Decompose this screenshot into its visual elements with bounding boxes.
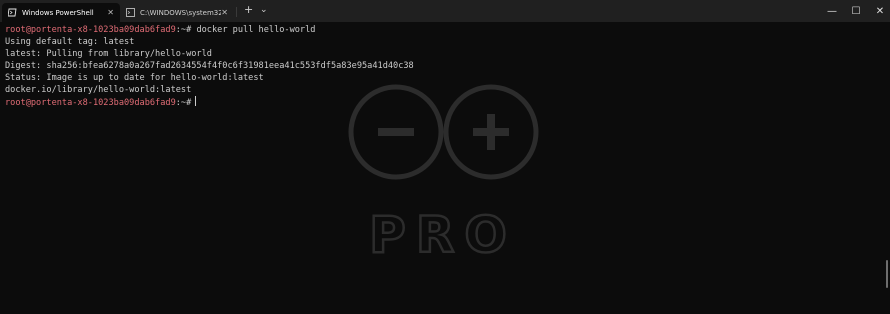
scrollbar[interactable] bbox=[886, 260, 888, 288]
chevron-down-icon[interactable]: ⌄ bbox=[260, 5, 268, 15]
output-line: Digest: sha256:bfea6278a0a267fad2634554f… bbox=[5, 61, 414, 71]
cmd-icon bbox=[126, 8, 135, 17]
powershell-icon bbox=[7, 8, 17, 17]
terminal-area[interactable]: PRO root@portenta-x8-1023ba09dab6fad9:~#… bbox=[0, 22, 890, 314]
text-cursor bbox=[195, 96, 197, 106]
tab-cmd[interactable]: C:\WINDOWS\system32\cmd.ex ✕ bbox=[120, 3, 234, 22]
prompt-line: root@portenta-x8-1023ba09dab6fad9:~# bbox=[5, 96, 414, 109]
prompt-user-host: root@portenta-x8-1023ba09dab6fad9 bbox=[5, 98, 176, 108]
output-line: docker.io/library/hello-world:latest bbox=[5, 85, 192, 95]
title-bar: Windows PowerShell ✕ C:\WINDOWS\system32… bbox=[0, 0, 890, 22]
command-text: docker pull hello-world bbox=[191, 25, 316, 35]
new-tab-button[interactable]: + bbox=[244, 3, 253, 16]
close-window-button[interactable]: ✕ bbox=[866, 0, 890, 22]
tab-label: C:\WINDOWS\system32\cmd.ex bbox=[140, 8, 222, 17]
terminal-window: Windows PowerShell ✕ C:\WINDOWS\system32… bbox=[0, 0, 890, 314]
arduino-pro-watermark: PRO bbox=[346, 84, 546, 288]
prompt-path: :~# bbox=[175, 98, 192, 108]
output-line: Using default tag: latest bbox=[5, 37, 135, 47]
tab-windows-powershell[interactable]: Windows PowerShell ✕ bbox=[2, 3, 120, 22]
prompt-line: root@portenta-x8-1023ba09dab6fad9:~# doc… bbox=[5, 24, 414, 36]
close-tab-icon[interactable]: ✕ bbox=[107, 8, 114, 17]
tab-label: Windows PowerShell bbox=[22, 8, 94, 17]
tab-divider bbox=[236, 7, 237, 17]
close-tab-icon[interactable]: ✕ bbox=[221, 8, 228, 17]
prompt-path: :~# bbox=[175, 25, 192, 35]
terminal-output: root@portenta-x8-1023ba09dab6fad9:~# doc… bbox=[5, 24, 414, 109]
output-line: latest: Pulling from library/hello-world bbox=[5, 49, 212, 59]
prompt-user-host: root@portenta-x8-1023ba09dab6fad9 bbox=[5, 25, 176, 35]
watermark-text: PRO bbox=[369, 206, 517, 264]
output-line: Status: Image is up to date for hello-wo… bbox=[5, 73, 264, 83]
